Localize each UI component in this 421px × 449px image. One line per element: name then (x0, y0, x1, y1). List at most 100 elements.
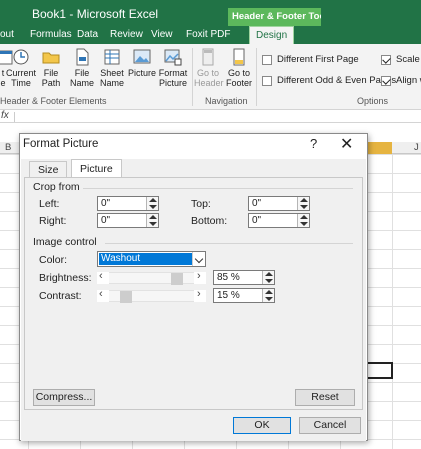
slider-track[interactable] (109, 272, 194, 285)
brightness-label: Brightness: (39, 272, 92, 284)
picture-button[interactable]: Picture (128, 48, 156, 78)
tab-foxit-pdf[interactable]: Foxit PDF (186, 29, 230, 40)
ribbon-label: File (43, 68, 59, 78)
checkbox-label: Different First Page (277, 54, 359, 65)
contrast-input[interactable]: 15 % (213, 288, 275, 303)
format-picture-dialog: Format Picture ? ✕ Size Picture Crop fro… (19, 133, 368, 441)
file-path-button[interactable]: File Path (38, 48, 64, 88)
dialog-body: Size Picture Crop from Left: 0" Top: 0" … (21, 159, 366, 441)
group-label-options: Options (357, 96, 389, 106)
format-picture-icon (164, 49, 182, 66)
go-to-footer-button[interactable]: Go to Footer (224, 48, 254, 88)
group-label-navigation: Navigation (205, 96, 248, 106)
context-tab-title: Header & Footer Tools (228, 8, 321, 26)
group-label-elements: Header & Footer Elements (0, 96, 107, 106)
tab-picture[interactable]: Picture (71, 159, 122, 179)
folder-icon (42, 52, 60, 64)
tab-page-layout[interactable]: out (0, 29, 14, 40)
ribbon-label: Header (194, 78, 224, 88)
slider-thumb[interactable] (171, 273, 183, 285)
ribbon-label: t (1, 68, 5, 78)
spinner-arrows-icon[interactable] (297, 214, 309, 227)
crop-right-label: Right: (39, 215, 67, 227)
ribbon-label: Picture (158, 78, 187, 88)
ribbon-label: Go to (227, 68, 250, 78)
file-name-button[interactable]: File Name (68, 48, 96, 88)
checkbox-label: Scale w (396, 54, 421, 65)
fx-icon[interactable]: fx (1, 110, 9, 121)
crop-bottom-input[interactable]: 0" (248, 213, 310, 228)
checkbox-label: Align w (396, 75, 421, 86)
ok-button[interactable]: OK (233, 417, 291, 434)
spinner-arrows-icon[interactable] (146, 197, 158, 210)
scale-with-document-checkbox[interactable]: Scale w (381, 54, 421, 65)
dialog-title: Format Picture (23, 138, 99, 150)
group-separator (256, 48, 257, 106)
go-to-header-button[interactable]: Go to Header (194, 48, 224, 88)
format-picture-button[interactable]: Format Picture (158, 48, 188, 88)
tab-data[interactable]: Data (77, 29, 98, 40)
compress-button[interactable]: Compress... (33, 389, 95, 406)
crop-left-input[interactable]: 0" (97, 196, 159, 211)
formula-bar: fx (0, 110, 421, 123)
dialog-tabs: Size Picture (21, 159, 366, 179)
slider-left-arrow-icon[interactable]: ‹ (99, 288, 103, 300)
checkbox-box (262, 75, 272, 86)
tab-view[interactable]: View (151, 29, 173, 40)
brightness-slider[interactable]: ‹ › (97, 270, 206, 285)
slider-track[interactable] (109, 290, 194, 303)
color-select[interactable]: Washout (97, 251, 206, 267)
formula-input[interactable] (14, 112, 421, 122)
spinner-arrows-icon[interactable] (146, 214, 158, 227)
align-with-margins-checkbox[interactable]: Align w (381, 75, 421, 86)
sheet-name-button[interactable]: Sheet Name (98, 48, 126, 88)
tab-formulas[interactable]: Formulas (30, 29, 72, 40)
ribbon-label: File (74, 68, 90, 78)
slider-right-arrow-icon[interactable]: › (197, 270, 201, 282)
divider (83, 188, 353, 189)
spinner-arrows-icon[interactable] (297, 197, 309, 210)
ribbon-label: Name (99, 78, 124, 88)
checkbox-label: Different Odd & Even Pages (277, 75, 397, 86)
divider (105, 243, 353, 244)
close-icon[interactable]: ✕ (340, 134, 353, 154)
checkbox-box (381, 75, 391, 86)
tab-review[interactable]: Review (110, 29, 143, 40)
crop-left-label: Left: (39, 198, 60, 210)
go-to-header-icon (202, 48, 214, 66)
crop-top-input[interactable]: 0" (248, 196, 310, 211)
column-header-j[interactable]: J (414, 142, 419, 153)
ribbon: t e Current Time File Path File Name She… (0, 44, 421, 110)
ribbon-label: Go to (196, 68, 219, 78)
color-label: Color: (39, 254, 68, 266)
crop-right-input[interactable]: 0" (97, 213, 159, 228)
different-odd-even-checkbox[interactable]: Different Odd & Even Pages (262, 75, 396, 86)
tab-size[interactable]: Size (29, 161, 68, 178)
ribbon-label: e (0, 78, 6, 88)
ribbon-label: Path (41, 78, 61, 88)
cancel-button[interactable]: Cancel (299, 417, 361, 434)
contrast-slider[interactable]: ‹ › (97, 288, 206, 303)
slider-left-arrow-icon[interactable]: ‹ (99, 270, 103, 282)
help-button[interactable]: ? (310, 136, 317, 151)
ribbon-label: Time (11, 78, 31, 88)
tab-design[interactable]: Design (249, 26, 295, 44)
slider-right-arrow-icon[interactable]: › (197, 288, 201, 300)
ribbon-label: Sheet (100, 68, 124, 78)
color-selected-value: Washout (99, 253, 193, 265)
reset-button[interactable]: Reset (295, 389, 355, 406)
different-first-page-checkbox[interactable]: Different First Page (262, 54, 359, 65)
brightness-input[interactable]: 85 % (213, 270, 275, 285)
column-header-b[interactable]: B (5, 142, 11, 153)
crop-left-value: 0" (101, 198, 111, 209)
spinner-arrows-icon[interactable] (262, 271, 274, 284)
chevron-down-icon[interactable] (192, 252, 205, 266)
checkbox-box (381, 54, 391, 65)
crop-right-value: 0" (101, 215, 111, 226)
current-time-button[interactable]: Current Time (6, 48, 36, 88)
slider-thumb[interactable] (120, 291, 132, 303)
ribbon-label: Footer (225, 78, 252, 88)
group-separator (192, 48, 193, 106)
ribbon-tab-row: out Formulas Data Review View Foxit PDF … (0, 26, 421, 44)
spinner-arrows-icon[interactable] (262, 289, 274, 302)
